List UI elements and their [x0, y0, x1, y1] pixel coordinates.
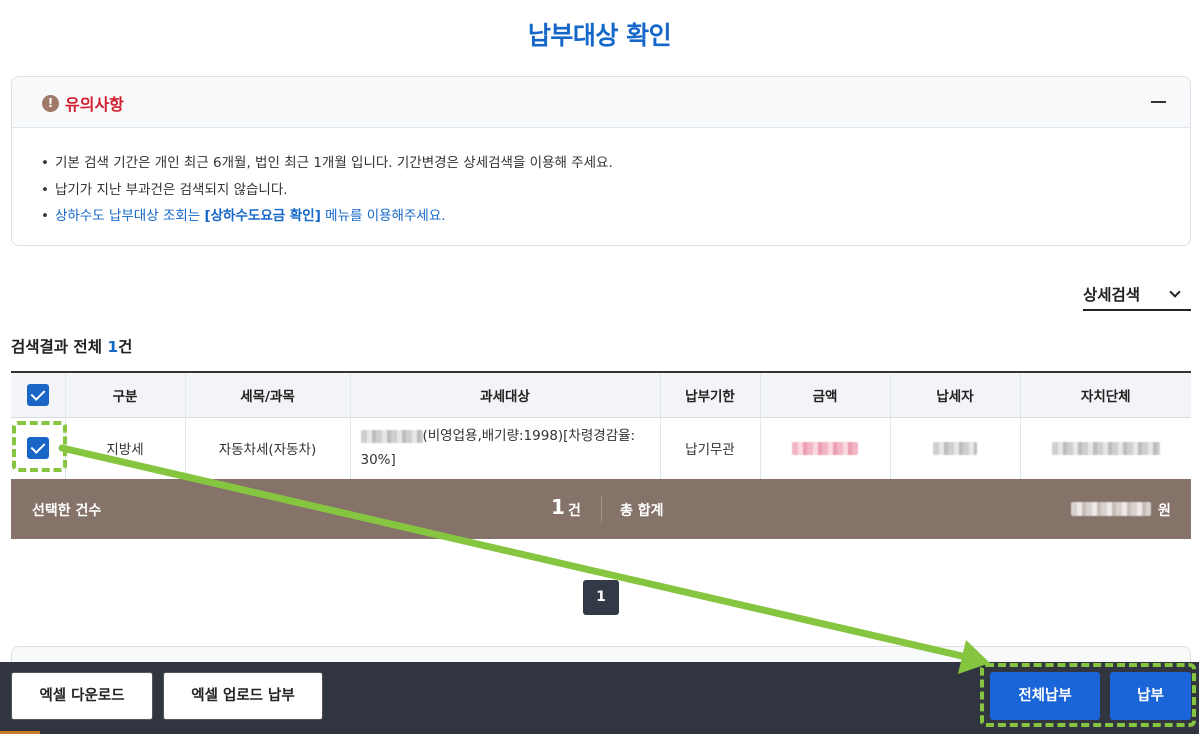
cell-municipality — [1020, 417, 1191, 480]
notice-header[interactable]: ! 유의사항 — [12, 77, 1190, 128]
payment-target-table: 구분 세목/과목 과세대상 납부기한 금액 납세자 자치단체 지방세 자동차세(… — [11, 371, 1191, 480]
result-count: 1 — [107, 338, 119, 356]
redacted-amount — [792, 441, 858, 455]
notice-item-water: 상하수도 납부대상 조회는 [상하수도요금 확인] 메뉴를 이용해주세요. — [41, 203, 613, 230]
column-header: 자치단체 — [1020, 371, 1191, 418]
notice-list: 기본 검색 기간은 개인 최근 6개월, 법인 최근 1개월 입니다. 기간변경… — [41, 150, 613, 230]
notice-water-suffix: 메뉴를 이용해주세요. — [320, 208, 446, 224]
total-amount-unit: 원 — [1158, 503, 1171, 519]
selected-count-unit: 건 — [568, 503, 581, 519]
cell-tax-item: 자동차세(자동차) — [185, 417, 351, 480]
page-title: 납부대상 확인 — [527, 21, 672, 50]
table-header-row: 구분 세목/과목 과세대상 납부기한 금액 납세자 자치단체 — [11, 371, 1191, 418]
excel-upload-pay-button[interactable]: 엑셀 업로드 납부 — [163, 672, 323, 720]
selected-count-label: 선택한 건수 — [32, 503, 102, 519]
chevron-down-icon — [1169, 286, 1181, 298]
cell-amount — [760, 417, 891, 480]
result-prefix: 검색결과 전체 — [11, 338, 108, 356]
cell-target: (비영업용,배기량:1998)[차령경감율: 30%] — [350, 417, 661, 480]
pay-buttons-highlight — [980, 663, 1196, 727]
pagination-page-button[interactable]: 1 — [583, 580, 619, 615]
column-header: 세목/과목 — [185, 371, 351, 418]
notice-item: 기본 검색 기간은 개인 최근 6개월, 법인 최근 1개월 입니다. 기간변경… — [41, 150, 613, 177]
column-header: 과세대상 — [350, 371, 661, 418]
selection-summary-bar: 선택한 건수 1 건 총 합계 원 — [11, 479, 1191, 539]
minus-icon[interactable] — [1151, 101, 1166, 103]
notice-panel: ! 유의사항 기본 검색 기간은 개인 최근 6개월, 법인 최근 1개월 입니… — [11, 76, 1191, 246]
cell-taxpayer — [890, 417, 1021, 480]
column-header: 구분 — [65, 371, 186, 418]
excel-download-button[interactable]: 엑셀 다운로드 — [11, 672, 153, 720]
redacted-total-amount — [1071, 502, 1151, 516]
select-all-cell — [11, 371, 66, 418]
select-all-checkbox[interactable] — [26, 383, 49, 406]
water-fee-link[interactable]: [상하수도요금 확인] — [204, 208, 320, 224]
redacted-taxpayer — [933, 441, 977, 455]
detail-search-label: 상세검색 — [1083, 286, 1141, 304]
detail-search-toggle[interactable]: 상세검색 — [1083, 280, 1191, 311]
notice-water-prefix: 상하수도 납부대상 조회는 — [54, 208, 205, 224]
table-row[interactable]: 지방세 자동차세(자동차) (비영업용,배기량:1998)[차령경감율: 30%… — [11, 417, 1191, 480]
checkbox-highlight — [12, 421, 67, 472]
redacted-municipality — [1051, 441, 1160, 455]
column-header: 납세자 — [890, 371, 1021, 418]
column-header: 납부기한 — [660, 371, 761, 418]
summary-divider — [601, 495, 602, 523]
cell-due: 납기무관 — [660, 417, 761, 480]
column-header: 금액 — [760, 371, 891, 418]
result-suffix: 건 — [118, 338, 133, 356]
warning-icon: ! — [42, 95, 59, 112]
notice-title: 유의사항 — [65, 95, 124, 114]
cell-type: 지방세 — [65, 417, 186, 480]
redacted-target — [360, 429, 423, 443]
selected-count: 1 — [551, 495, 565, 519]
total-amount-label: 총 합계 — [620, 503, 664, 519]
page: 납부대상 확인 ! 유의사항 기본 검색 기간은 개인 최근 6개월, 법인 최… — [0, 0, 1199, 734]
notice-item: 납기가 지난 부과건은 검색되지 않습니다. — [41, 177, 613, 204]
result-summary: 검색결과 전체 1건 — [11, 335, 132, 357]
